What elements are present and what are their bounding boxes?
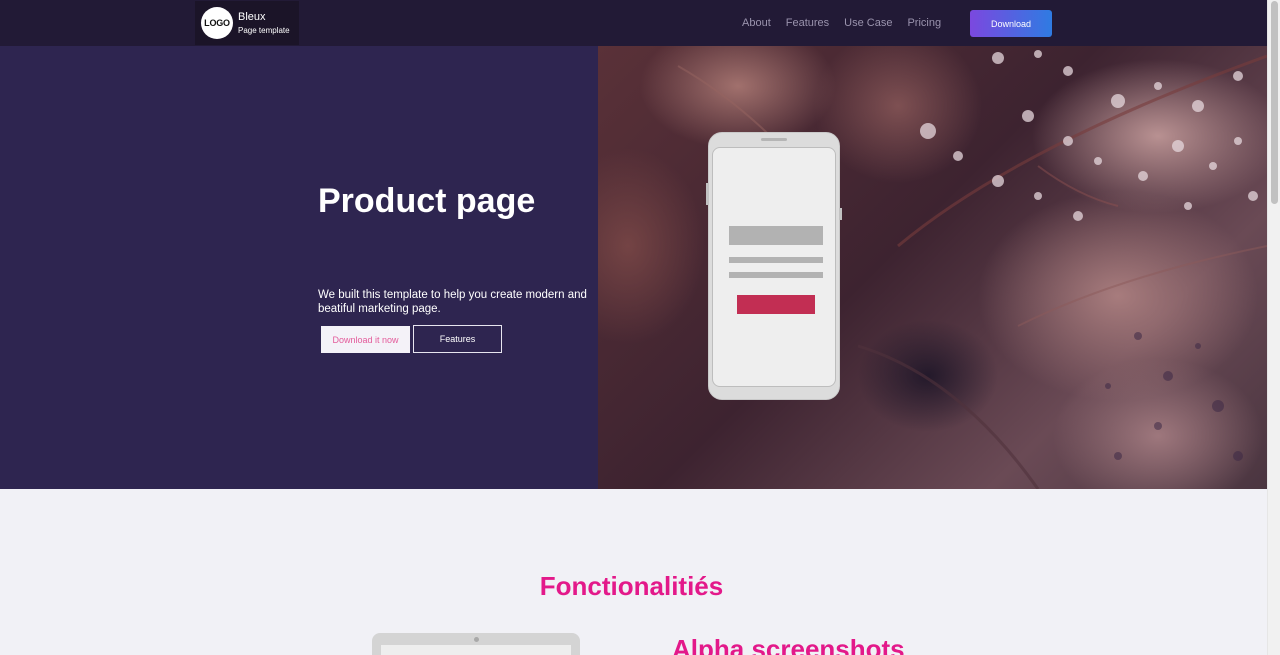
laptop-screen — [381, 645, 571, 655]
page: LOGO Bleux Page template About Features … — [0, 0, 1280, 655]
nav-link-features[interactable]: Features — [786, 17, 829, 29]
hero-leaves-image — [598, 46, 1267, 489]
phone-cta-block — [737, 295, 815, 314]
download-button[interactable]: Download — [970, 10, 1052, 37]
phone-side-button — [839, 208, 842, 220]
phone-screen — [712, 147, 836, 387]
hero-left-panel — [0, 46, 598, 489]
features-button[interactable]: Features — [413, 325, 502, 353]
phone-placeholder-line — [729, 257, 823, 263]
phone-speaker — [761, 138, 787, 141]
features-title: Fonctionalitiés — [539, 571, 724, 601]
nav-link-about[interactable]: About — [742, 17, 771, 29]
features-section: Fonctionalitiés Alpha screenshots — [0, 489, 1267, 655]
hero-description: We built this template to help you creat… — [318, 289, 587, 315]
alpha-screenshots-title: Alpha screenshots — [672, 634, 905, 655]
nav-link-pricing[interactable]: Pricing — [907, 17, 941, 29]
navbar: LOGO Bleux Page template About Features … — [0, 0, 1267, 46]
nav-link-use-case[interactable]: Use Case — [844, 17, 892, 29]
leaves-background-image — [677, 50, 1267, 489]
logo: LOGO — [201, 7, 233, 39]
smartphone-mockup-icon — [706, 132, 842, 400]
scrollbar-thumb[interactable] — [1271, 1, 1278, 204]
brand-subtitle: Page template — [238, 25, 290, 35]
page-scrollbar[interactable] — [1267, 0, 1280, 655]
nav-links: About Features Use Case Pricing — [742, 0, 956, 46]
phone-side-button — [706, 183, 709, 205]
phone-placeholder-block — [729, 226, 823, 245]
laptop-mockup-icon — [372, 633, 580, 655]
download-it-now-button[interactable]: Download it now — [321, 326, 410, 353]
brand-text: Bleux Page template — [238, 10, 290, 37]
phone-placeholder-line — [729, 272, 823, 278]
hero-title: Product page — [318, 182, 536, 220]
brand-name: Bleux — [238, 10, 266, 23]
brand[interactable]: LOGO Bleux Page template — [195, 1, 299, 45]
laptop-camera — [474, 637, 479, 642]
